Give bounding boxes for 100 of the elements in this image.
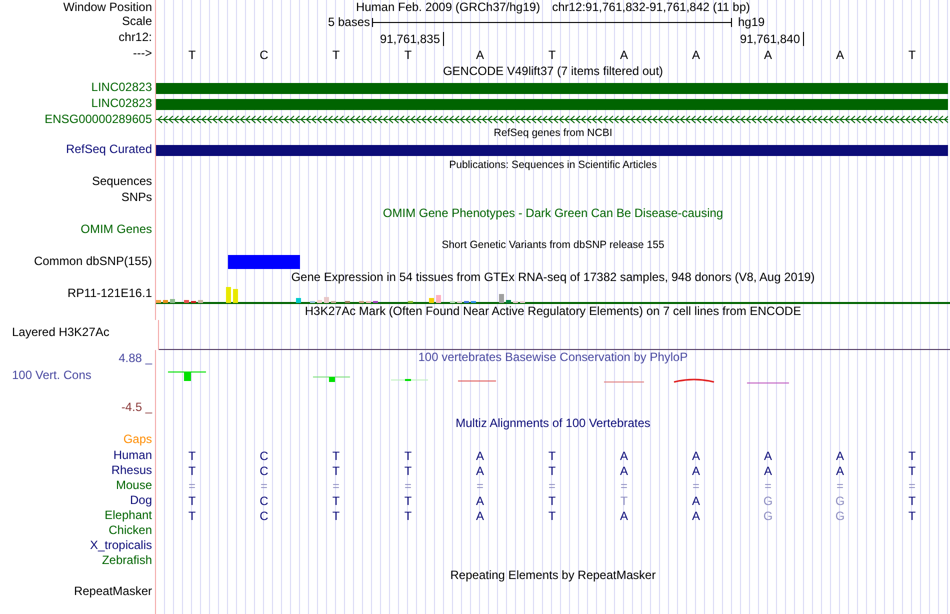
aligned-base: A [764,464,772,478]
aligned-base: G [763,508,773,522]
species-label: Zebrafish [0,553,156,568]
position-text: chr12:91,761,832-91,761,842 (11 bp) [552,0,750,14]
aligned-base: A [692,464,700,478]
aligned-base: T [908,464,916,478]
track-title: Multiz Alignments of 100 Vertebrates [456,416,650,430]
aligned-base: T [404,448,412,462]
aligned-base: G [763,494,773,508]
aligned-base: A [692,508,700,522]
track-title: GENCODE V49lift37 (7 items filtered out) [442,64,664,78]
base-letter: C [260,48,268,62]
aligned-base: = [548,478,556,492]
aligned-base: T [908,508,916,522]
track-label: 100 Vert. Cons [11,368,92,382]
track-title: RefSeq genes from NCBI [494,127,612,139]
axis-min-label: -4.5 _ [121,400,152,414]
coordinate-tick: 91,761,840 [740,32,804,46]
aligned-base: = [836,478,844,492]
track-label: Gaps [0,432,156,448]
aligned-base: A [692,494,700,508]
aligned-base: = [908,478,916,492]
track-title: OMIM Gene Phenotypes - Dark Green Can Be Disease-causing [382,206,724,220]
aligned-base: = [188,478,196,492]
track-label: OMIM Genes [0,222,156,238]
aligned-base: = [476,478,484,492]
aligned-base: A [476,464,484,478]
base-letter: T [548,48,556,62]
species-label: Rhesus [0,463,156,478]
aligned-base: T [188,494,196,508]
track-label: Window Position [0,0,156,14]
assembly-text: Human Feb. 2009 (GRCh37/hg19) [356,0,540,14]
species-label: Elephant [0,508,156,523]
base-letter: A [620,48,628,62]
track-title: Publications: Sequences in Scientific Articles [449,159,657,171]
scale-text: 5 bases [328,15,371,29]
track-title: 100 vertebrates Basewise Conservation by PhyloP [418,350,688,364]
aligned-base: A [692,448,700,462]
base-letter: A [692,48,700,62]
aligned-base: C [260,448,268,462]
aligned-base: = [332,478,340,492]
base-letter: A [476,48,484,62]
aligned-base: T [404,494,412,508]
aligned-base: T [548,448,556,462]
track-label: ENSG00000289605 [0,112,156,126]
base-letter: T [908,48,916,62]
aligned-base: T [548,494,556,508]
track-label: Scale [0,14,156,30]
aligned-base: A [620,464,628,478]
aligned-base: T [620,494,628,508]
track-label: RepeatMasker [0,584,156,600]
aligned-base: A [620,508,628,522]
track-label: Common dbSNP(155) [0,254,156,270]
aligned-base: = [404,478,412,492]
aligned-base: A [620,448,628,462]
track-title: Repeating Elements by RepeatMasker [450,568,656,582]
aligned-base: = [692,478,700,492]
base-letter: A [764,48,772,62]
species-label: Dog [0,493,156,508]
strand-label: ---> [0,46,156,64]
aligned-base: G [835,508,845,522]
aligned-base: C [260,464,268,478]
species-label: Human [0,448,156,463]
track-label: chr12: [0,30,156,46]
aligned-base: T [908,448,916,462]
track-label: Layered H3K27Ac [0,320,159,350]
aligned-base: T [188,448,196,462]
aligned-base: T [548,508,556,522]
assembly-label: hg19 [737,15,766,29]
aligned-base: A [476,494,484,508]
aligned-base: C [260,494,268,508]
aligned-base: A [836,448,844,462]
track-title: Gene Expression in 54 tissues from GTEx RNA-seq of 17382 samples, 948 donors (V8, Aug 2019) [291,270,815,284]
aligned-base: = [620,478,628,492]
aligned-base: T [188,508,196,522]
aligned-base: T [548,464,556,478]
aligned-base: T [332,508,340,522]
variant-block [228,255,300,269]
aligned-base: A [476,448,484,462]
aligned-base: T [332,448,340,462]
aligned-base: G [835,494,845,508]
axis-max-label: 4.88 _ [118,351,152,365]
aligned-base: A [476,508,484,522]
aligned-base: T [908,494,916,508]
base-letter: T [188,48,196,62]
aligned-base: A [764,448,772,462]
base-letter: T [332,48,340,62]
aligned-base: T [332,494,340,508]
species-label: X_tropicalis [0,538,156,553]
track-title: Short Genetic Variants from dbSNP release 155 [442,239,664,251]
track-label: Sequences [0,174,156,190]
aligned-base: = [260,478,268,492]
aligned-base: T [404,464,412,478]
base-letter: A [836,48,844,62]
aligned-base: C [260,508,268,522]
aligned-base: = [764,478,772,492]
aligned-base: A [836,464,844,478]
base-letter: T [404,48,412,62]
aligned-base: T [332,464,340,478]
species-label: Mouse [0,478,156,493]
